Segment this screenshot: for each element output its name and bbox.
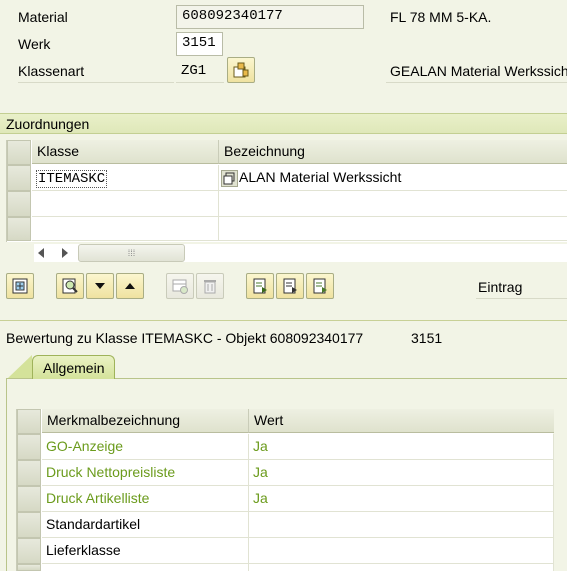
merkmal-table: Merkmalbezeichnung Wert GO-Anzeige Ja Dr… [16, 409, 554, 571]
merkmal-cell[interactable]: Druck Nettopreisliste [42, 460, 249, 486]
doc-button-1[interactable] [246, 273, 274, 299]
trash-icon [204, 280, 216, 294]
material-field[interactable]: 608092340177 [176, 5, 364, 29]
zuordnungen-section-bar: Zuordnungen [0, 113, 567, 134]
details-icon [12, 278, 28, 294]
klassenart-description: GEALAN Material Werkssicht [390, 63, 567, 79]
magnifier-icon [62, 278, 78, 294]
copy-icon[interactable] [221, 169, 238, 187]
horizontal-scrollbar[interactable]: ⁞⁞⁞ [34, 244, 567, 262]
find-button[interactable] [56, 273, 84, 299]
document-arrow-icon [283, 278, 297, 294]
column-header-merkmal[interactable]: Merkmalbezeichnung [42, 409, 249, 433]
klassenart-label-underline [18, 82, 174, 83]
scroll-left-icon[interactable] [38, 248, 44, 258]
select-all-corner[interactable] [17, 409, 41, 434]
column-header-wert[interactable]: Wert [249, 409, 554, 433]
wert-cell[interactable]: Ja [249, 486, 554, 512]
klassenart-desc-underline [386, 82, 567, 83]
bezeichnung-cell: ALAN Material Werkssicht [219, 165, 567, 191]
tab-allgemein[interactable]: Allgemein [32, 355, 116, 379]
klassenart-help-button[interactable] [227, 57, 255, 83]
eintrag-underline [476, 298, 567, 299]
table-row[interactable] [32, 191, 219, 217]
scroll-right-icon[interactable] [62, 248, 68, 258]
table-row[interactable] [42, 564, 249, 571]
klassenart-field[interactable]: ZG1 [181, 63, 206, 79]
delete-row-button[interactable] [196, 273, 224, 299]
row-selector[interactable] [7, 191, 31, 217]
arrow-up-icon [125, 283, 135, 289]
bewertung-werk: 3151 [411, 330, 443, 346]
window-icon [223, 172, 235, 185]
werk-field[interactable]: 3151 [176, 32, 223, 56]
scroll-thumb[interactable]: ⁞⁞⁞ [78, 244, 185, 262]
merkmal-cell[interactable]: Standardartikel [42, 512, 249, 538]
select-all-corner[interactable] [7, 140, 31, 165]
column-header-klasse[interactable]: Klasse [32, 140, 219, 164]
row-selector[interactable] [17, 512, 41, 538]
insert-row-button[interactable] [166, 273, 194, 299]
wert-cell[interactable] [249, 512, 554, 538]
material-description: FL 78 MM 5-KA. [390, 9, 492, 25]
column-header-bezeichnung[interactable]: Bezeichnung [219, 140, 567, 164]
value-help-icon [233, 62, 249, 78]
klassenart-label: Klassenart [18, 63, 85, 79]
document-arrow-icon [313, 278, 327, 294]
insert-row-icon [172, 279, 188, 294]
material-label: Material [18, 9, 68, 25]
zuordnungen-table: Klasse Bezeichnung ITEMASKC ALAN Materia… [6, 140, 567, 242]
row-selector[interactable] [17, 460, 41, 486]
details-button[interactable] [6, 273, 34, 299]
bewertung-title: Bewertung zu Klasse ITEMASKC - Objekt 60… [6, 330, 364, 346]
wert-cell[interactable]: Ja [249, 460, 554, 486]
separator [0, 320, 567, 321]
klassenart-field-underline [176, 82, 224, 83]
row-selector[interactable] [7, 217, 31, 241]
row-selector[interactable] [17, 538, 41, 564]
merkmal-cell[interactable]: GO-Anzeige [42, 434, 249, 460]
document-arrow-icon [253, 278, 267, 294]
merkmal-cell[interactable]: Druck Artikelliste [42, 486, 249, 512]
doc-button-3[interactable] [306, 273, 334, 299]
eintrag-label: Eintrag [478, 279, 523, 295]
merkmal-cell[interactable]: Lieferklasse [42, 538, 249, 564]
wert-cell[interactable]: Ja [249, 434, 554, 460]
bezeichnung-text: ALAN Material Werkssicht [239, 169, 402, 185]
table-cell[interactable] [219, 191, 567, 217]
table-cell[interactable] [249, 564, 554, 571]
arrow-down-icon [95, 283, 105, 289]
row-selector[interactable] [17, 564, 41, 571]
tab-slant [8, 355, 32, 378]
table-cell[interactable] [219, 217, 567, 241]
row-selector[interactable] [17, 434, 41, 460]
table-row[interactable]: ITEMASKC [32, 165, 219, 191]
wert-cell[interactable] [249, 538, 554, 564]
klasse-cell[interactable]: ITEMASKC [36, 170, 108, 188]
sort-down-button[interactable] [86, 273, 114, 299]
row-selector[interactable] [17, 486, 41, 512]
doc-button-2[interactable] [276, 273, 304, 299]
sort-up-button[interactable] [116, 273, 144, 299]
row-selector[interactable] [7, 165, 31, 191]
werk-label: Werk [18, 36, 51, 52]
table-row[interactable] [32, 217, 219, 241]
